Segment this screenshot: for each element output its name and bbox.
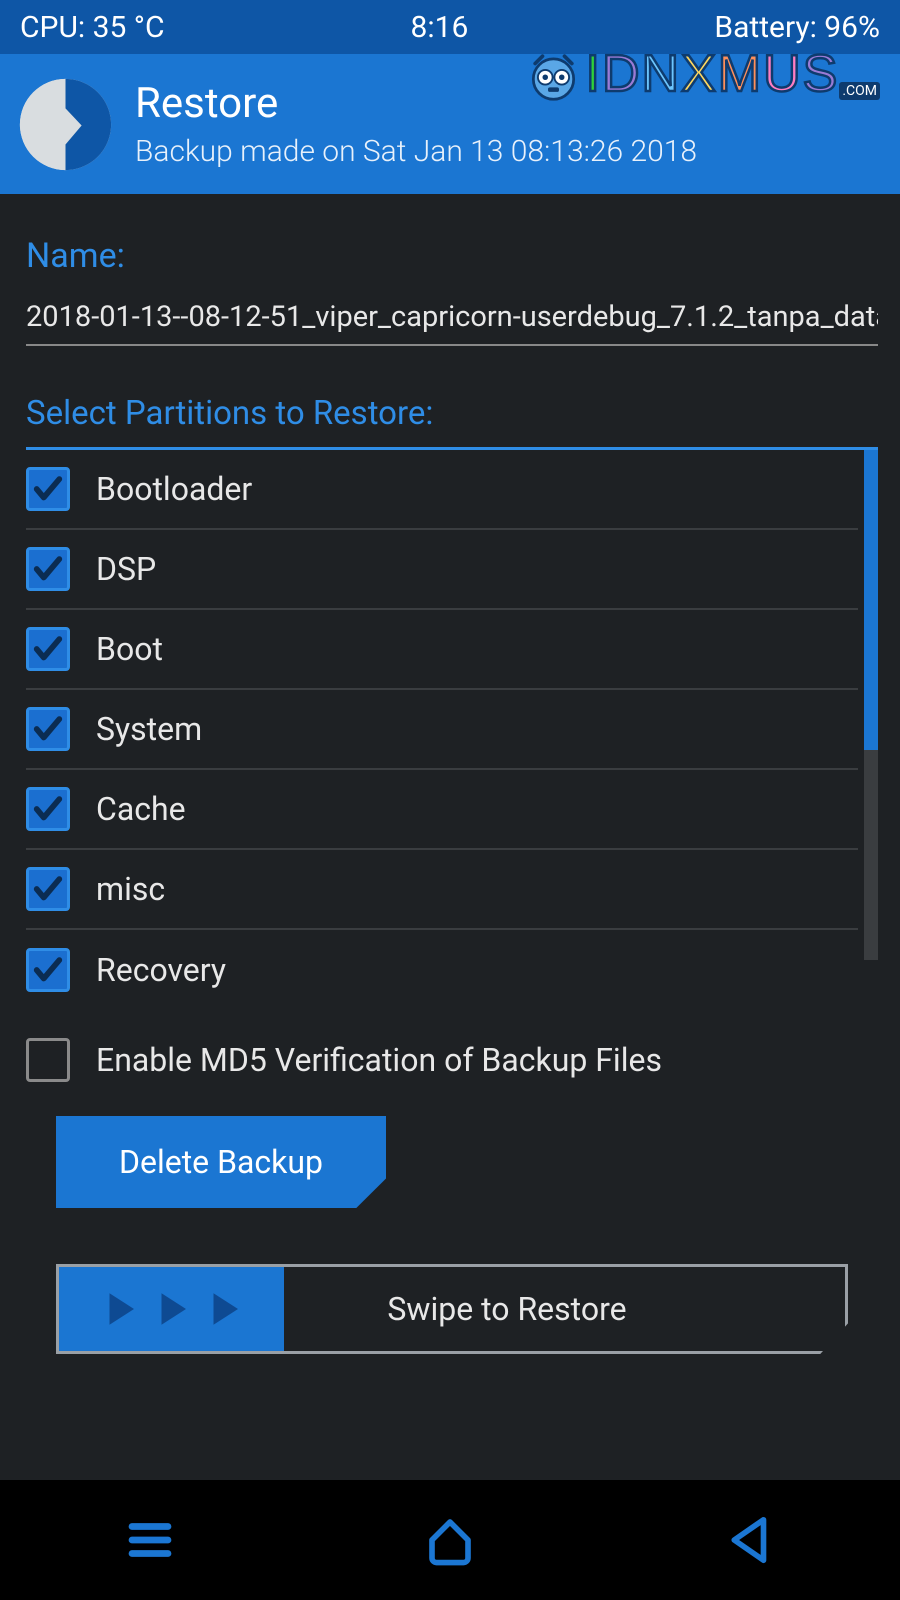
home-icon <box>423 1513 477 1567</box>
partition-label: Cache <box>96 790 186 828</box>
watermark-logo: IDNXMUS .COM <box>526 44 880 104</box>
partition-checkbox[interactable] <box>26 627 70 671</box>
back-icon <box>723 1513 777 1567</box>
status-cpu: CPU: 35 °C <box>20 10 165 45</box>
nav-back-button[interactable] <box>670 1510 830 1570</box>
partition-label: Bootloader <box>96 470 252 508</box>
play-icon <box>203 1288 245 1330</box>
partition-label: System <box>96 710 202 748</box>
partition-item[interactable]: Recovery <box>26 930 858 1010</box>
partitions-list-wrap: Bootloader DSP Boot System Cache misc Recovery <box>26 450 878 1010</box>
menu-icon <box>123 1513 177 1567</box>
partition-item[interactable]: misc <box>26 850 858 930</box>
nav-home-button[interactable] <box>370 1510 530 1570</box>
content-area: Name: Select Partitions to Restore: Boot… <box>0 194 900 1480</box>
md5-checkbox[interactable] <box>26 1038 70 1082</box>
swipe-handle[interactable] <box>59 1267 284 1351</box>
partition-label: Recovery <box>96 951 226 989</box>
status-time: 8:16 <box>411 10 469 45</box>
status-battery: Battery: 96% <box>714 10 880 45</box>
nav-menu-button[interactable] <box>70 1510 230 1570</box>
md5-checkbox-row[interactable]: Enable MD5 Verification of Backup Files <box>26 1038 878 1082</box>
partitions-section-label: Select Partitions to Restore: <box>26 394 878 450</box>
partition-checkbox[interactable] <box>26 547 70 591</box>
partition-checkbox[interactable] <box>26 467 70 511</box>
backup-name-input[interactable] <box>26 296 878 346</box>
app-header: Restore Backup made on Sat Jan 13 08:13:… <box>0 54 900 194</box>
partition-item[interactable]: Bootloader <box>26 450 858 530</box>
scrollbar-thumb[interactable] <box>864 450 878 750</box>
partition-label: Boot <box>96 630 163 668</box>
page-subtitle: Backup made on Sat Jan 13 08:13:26 2018 <box>135 134 697 169</box>
partition-item[interactable]: DSP <box>26 530 858 610</box>
swipe-to-restore[interactable]: Swipe to Restore <box>56 1264 848 1354</box>
name-label: Name: <box>26 236 878 276</box>
partition-item[interactable]: Cache <box>26 770 858 850</box>
twrp-logo-icon <box>18 77 113 172</box>
partitions-list[interactable]: Bootloader DSP Boot System Cache misc Recovery <box>26 450 878 1010</box>
partition-item[interactable]: Boot <box>26 610 858 690</box>
play-icon <box>151 1288 193 1330</box>
partition-checkbox[interactable] <box>26 948 70 992</box>
play-icon <box>99 1288 141 1330</box>
md5-label: Enable MD5 Verification of Backup Files <box>96 1041 662 1079</box>
partition-checkbox[interactable] <box>26 867 70 911</box>
partition-item[interactable]: System <box>26 690 858 770</box>
partition-label: DSP <box>96 550 156 588</box>
navigation-bar <box>0 1480 900 1600</box>
delete-backup-button[interactable]: Delete Backup <box>56 1116 386 1208</box>
partition-checkbox[interactable] <box>26 787 70 831</box>
partition-label: misc <box>96 870 165 908</box>
swipe-label: Swipe to Restore <box>387 1290 626 1328</box>
partition-checkbox[interactable] <box>26 707 70 751</box>
delete-backup-label: Delete Backup <box>119 1143 323 1181</box>
